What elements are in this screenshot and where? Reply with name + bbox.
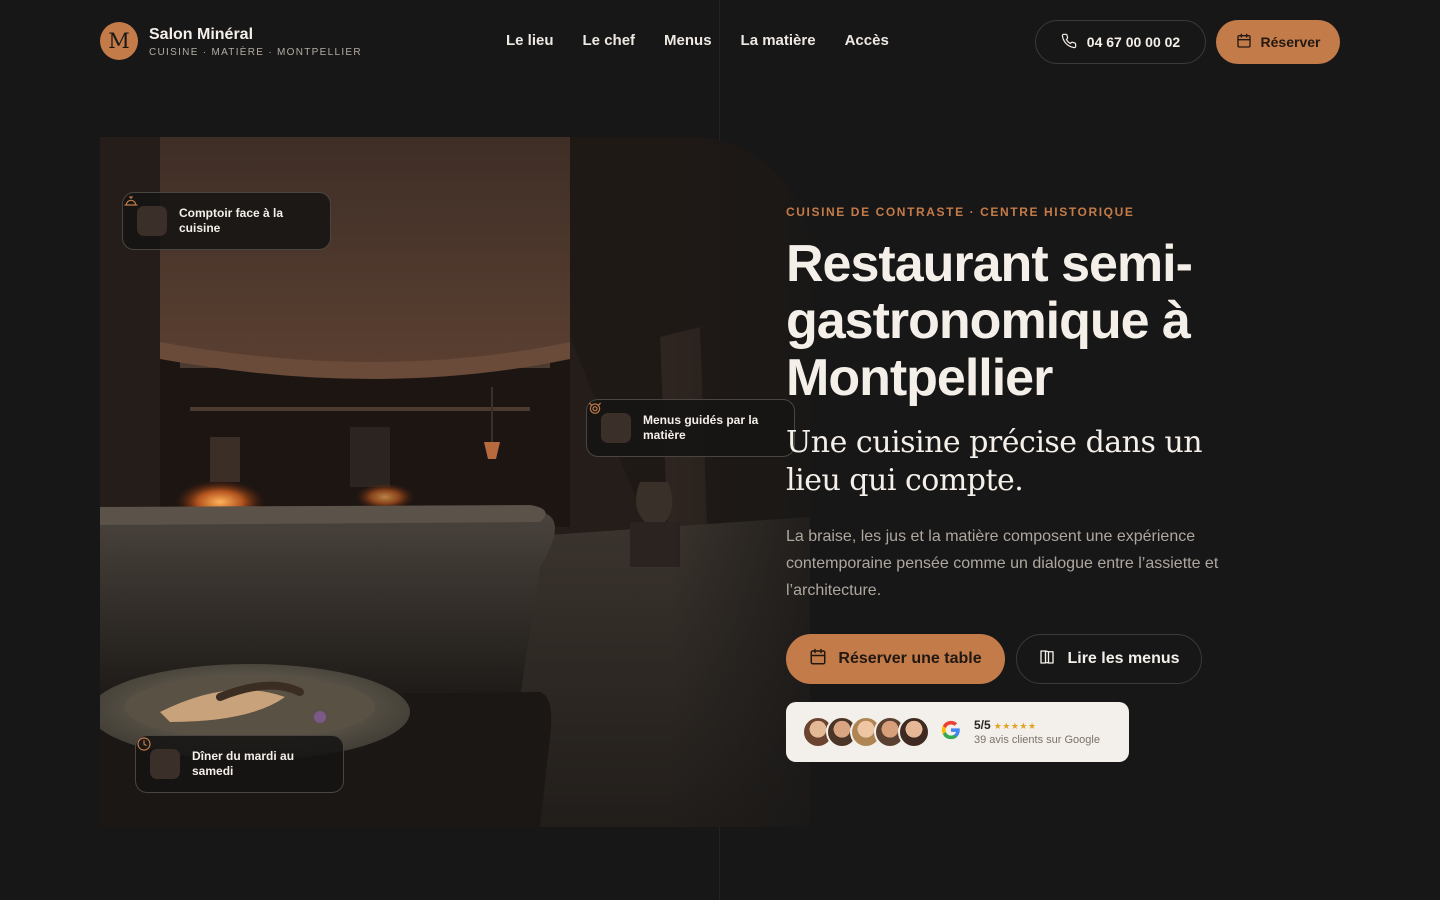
read-menus-label: Lire les menus xyxy=(1067,650,1180,667)
reserve-label: Réserver xyxy=(1260,34,1321,50)
reserve-table-label: Réserver une table xyxy=(838,650,982,667)
main-nav: Le lieu Le chef Menus La matière Accès xyxy=(506,32,889,49)
brand-logo[interactable]: M Salon Minéral CUISINE · MATIÈRE · MONT… xyxy=(100,22,362,60)
nav-link-acces[interactable]: Accès xyxy=(845,32,889,49)
badge-hours: Dîner du mardi au samedi xyxy=(135,735,344,793)
badge-counter-text: Comptoir face à la cuisine xyxy=(179,206,284,235)
nav-link-le-lieu[interactable]: Le lieu xyxy=(506,32,554,49)
hero-restaurant-photo: Comptoir face à la cuisine Menus guidés … xyxy=(100,137,810,827)
google-reviews-card[interactable]: 5/5 ★★★★★ 39 avis clients sur Google xyxy=(786,702,1129,762)
service-bell-icon xyxy=(124,196,167,236)
review-count: 39 avis clients sur Google xyxy=(974,734,1100,746)
badge-menus-text: Menus guidés par la matière xyxy=(643,413,759,442)
google-icon xyxy=(940,719,962,746)
bowl-icon xyxy=(589,402,631,443)
rating-line: 5/5 ★★★★★ xyxy=(974,718,1100,732)
nav-link-le-chef[interactable]: Le chef xyxy=(583,32,636,49)
reserve-button[interactable]: Réserver xyxy=(1216,20,1340,64)
reserve-table-button[interactable]: Réserver une table xyxy=(786,634,1005,684)
reviewer-avatars xyxy=(802,716,930,748)
hero-title: Restaurant semi-gastronomique à Montpell… xyxy=(786,235,1193,407)
book-icon xyxy=(1038,648,1056,671)
star-rating: ★★★★★ xyxy=(993,721,1037,731)
hero-description: La braise, les jus et la matière compose… xyxy=(786,528,1219,599)
nav-link-menus[interactable]: Menus xyxy=(664,32,712,49)
rating-value: 5/5 xyxy=(974,718,991,732)
badge-counter: Comptoir face à la cuisine xyxy=(122,192,331,250)
badge-menus: Menus guidés par la matière xyxy=(586,399,795,457)
phone-number: 04 67 00 00 02 xyxy=(1086,34,1181,50)
clock-icon xyxy=(137,737,180,779)
brand-name: Salon Minéral xyxy=(149,25,254,43)
badge-hours-text: Dîner du mardi au samedi xyxy=(192,749,295,778)
hero-subtitle: Une cuisine précise dans un lieu qui com… xyxy=(786,425,1203,498)
logo-monogram: M xyxy=(100,22,138,60)
brand-tagline: CUISINE · MATIÈRE · MONTPELLIER xyxy=(149,46,362,58)
read-menus-button[interactable]: Lire les menus xyxy=(1016,634,1202,684)
calendar-icon xyxy=(809,648,827,671)
nav-link-la-matiere[interactable]: La matière xyxy=(741,32,816,49)
avatar xyxy=(898,716,930,748)
phone-icon xyxy=(1061,33,1077,52)
calendar-icon xyxy=(1236,33,1252,52)
phone-button[interactable]: 04 67 00 00 02 xyxy=(1035,20,1206,64)
hero-eyebrow: CUISINE DE CONTRASTE · CENTRE HISTORIQUE xyxy=(786,205,1135,219)
